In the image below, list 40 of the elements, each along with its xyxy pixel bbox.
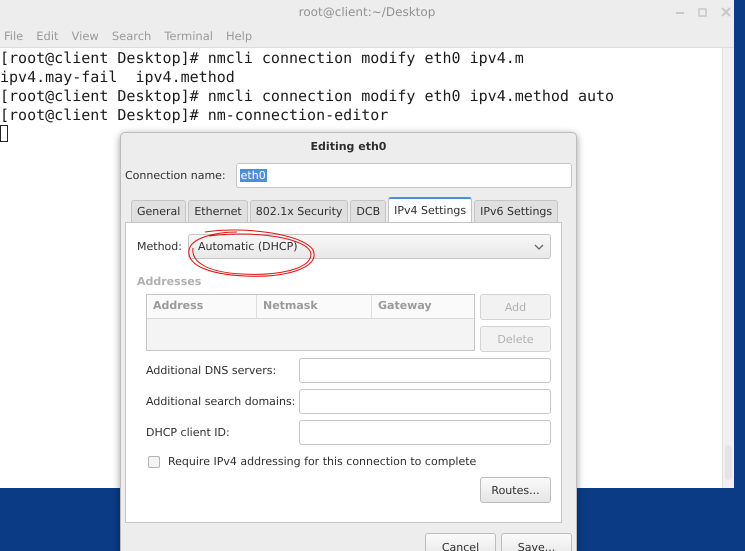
tab[interactable]: IPv4 Settings bbox=[388, 197, 472, 222]
dialog-button[interactable]: Cancel bbox=[425, 533, 496, 551]
menu-item[interactable]: Search bbox=[112, 28, 152, 42]
tab[interactable]: General bbox=[131, 200, 186, 222]
checkbox-label: Require IPv4 addressing for this connection to complete bbox=[168, 455, 476, 468]
tab[interactable]: DCB bbox=[350, 200, 386, 222]
maximize-icon[interactable] bbox=[698, 8, 707, 16]
terminal-line: [root@client Desktop]# nmcli connection modify eth0 ipv4.m bbox=[0, 49, 525, 68]
connection-name-field[interactable]: eth0 bbox=[236, 163, 572, 188]
field-label: Additional DNS servers: bbox=[146, 364, 278, 377]
section-label: Addresses bbox=[137, 275, 202, 288]
routes-button[interactable]: Routes... bbox=[480, 477, 551, 503]
field-label: DHCP client ID: bbox=[146, 426, 231, 439]
terminal-line: [root@client Desktop]# nm-connection-editor bbox=[0, 106, 390, 125]
menu-item[interactable]: View bbox=[72, 28, 99, 42]
tab[interactable]: Ethernet bbox=[188, 200, 248, 222]
method-dropdown[interactable]: Automatic (DHCP) bbox=[188, 234, 551, 259]
field-label: Method: bbox=[137, 240, 182, 253]
dialog-button[interactable]: Save... bbox=[501, 533, 572, 551]
menu-item[interactable]: Terminal bbox=[164, 28, 213, 42]
dialog-title: Editing eth0 bbox=[310, 139, 388, 155]
text-cursor bbox=[0, 125, 8, 142]
minimize-icon[interactable] bbox=[676, 10, 684, 14]
tab[interactable]: IPv6 Settings bbox=[474, 200, 558, 222]
field-label: Additional search domains: bbox=[146, 395, 296, 408]
terminal-line: [root@client Desktop]# nmcli connection modify eth0 ipv4.method auto bbox=[0, 87, 616, 106]
tab[interactable]: 802.1x Security bbox=[250, 200, 348, 222]
terminal-line: ipv4.may-fail ipv4.method bbox=[0, 68, 236, 87]
menu-item[interactable]: Help bbox=[226, 28, 252, 42]
scrollbar[interactable] bbox=[722, 48, 734, 488]
menu-item[interactable]: File bbox=[4, 28, 24, 42]
field-label: Connection name: bbox=[125, 169, 226, 182]
close-icon[interactable] bbox=[721, 7, 731, 17]
input-field[interactable] bbox=[299, 420, 551, 445]
input-field[interactable] bbox=[299, 389, 551, 414]
checkbox[interactable] bbox=[148, 456, 160, 468]
input-field[interactable] bbox=[299, 358, 551, 383]
window-title: root@client:~/Desktop bbox=[298, 5, 436, 19]
menu-item[interactable]: Edit bbox=[36, 28, 59, 42]
chevron-down-icon bbox=[534, 244, 544, 250]
